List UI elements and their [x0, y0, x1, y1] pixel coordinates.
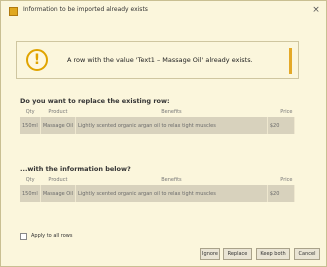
incoming-row-heading: ...with the information below? [20, 165, 131, 173]
cell-qty: 150ml [20, 117, 41, 134]
app-icon [9, 7, 18, 16]
column-header-benefits: Benefits [75, 107, 268, 117]
message-box: ! A row with the value 'Text1 – Massage … [16, 41, 299, 79]
title-bar: Information to be imported already exist… [1, 1, 326, 23]
cell-qty: 150ml [20, 185, 41, 202]
column-header-qty: Qty [20, 175, 41, 185]
dialog-title: Information to be imported already exist… [23, 6, 148, 13]
cell-benefits: Lightly scented organic argan oil to rel… [75, 117, 268, 134]
cell-price: $20 [267, 185, 296, 202]
replace-button[interactable]: Replace [223, 248, 252, 260]
import-conflict-dialog: Information to be imported already exist… [0, 0, 327, 267]
table-header-row: Qty Product Benefits Price [20, 175, 295, 185]
cancel-button[interactable]: Cancel [294, 248, 320, 260]
conflict-message: A row with the value 'Text1 – Massage Oi… [67, 56, 253, 64]
keep-both-button[interactable]: Keep both [256, 248, 290, 260]
table-row: 150ml Massage Oil Lightly scented organi… [20, 185, 296, 202]
column-header-benefits: Benefits [75, 175, 268, 185]
message-scrollbar[interactable] [289, 48, 292, 74]
table-row: 150ml Massage Oil Lightly scented organi… [20, 117, 296, 134]
column-header-product: Product [40, 107, 76, 117]
cell-price: $20 [267, 117, 296, 134]
column-header-price: Price [267, 107, 295, 117]
cell-benefits: Lightly scented organic argan oil to rel… [75, 185, 268, 202]
cell-product: Massage Oil [40, 185, 77, 202]
apply-to-all-checkbox[interactable] [20, 233, 27, 240]
existing-row-table: Qty Product Benefits Price 150ml Massage… [20, 107, 296, 134]
warning-icon: ! [26, 49, 48, 71]
column-header-price: Price [267, 175, 295, 185]
column-header-product: Product [40, 175, 76, 185]
table-header-row: Qty Product Benefits Price [20, 107, 295, 117]
incoming-row-table: Qty Product Benefits Price 150ml Massage… [20, 175, 296, 202]
close-icon[interactable]: × [310, 4, 322, 16]
column-header-qty: Qty [20, 107, 41, 117]
existing-row-heading: Do you want to replace the existing row: [20, 97, 170, 105]
apply-to-all-label[interactable]: Apply to all rows [31, 233, 72, 239]
cell-product: Massage Oil [40, 117, 77, 134]
ignore-button[interactable]: Ignore [200, 248, 220, 260]
